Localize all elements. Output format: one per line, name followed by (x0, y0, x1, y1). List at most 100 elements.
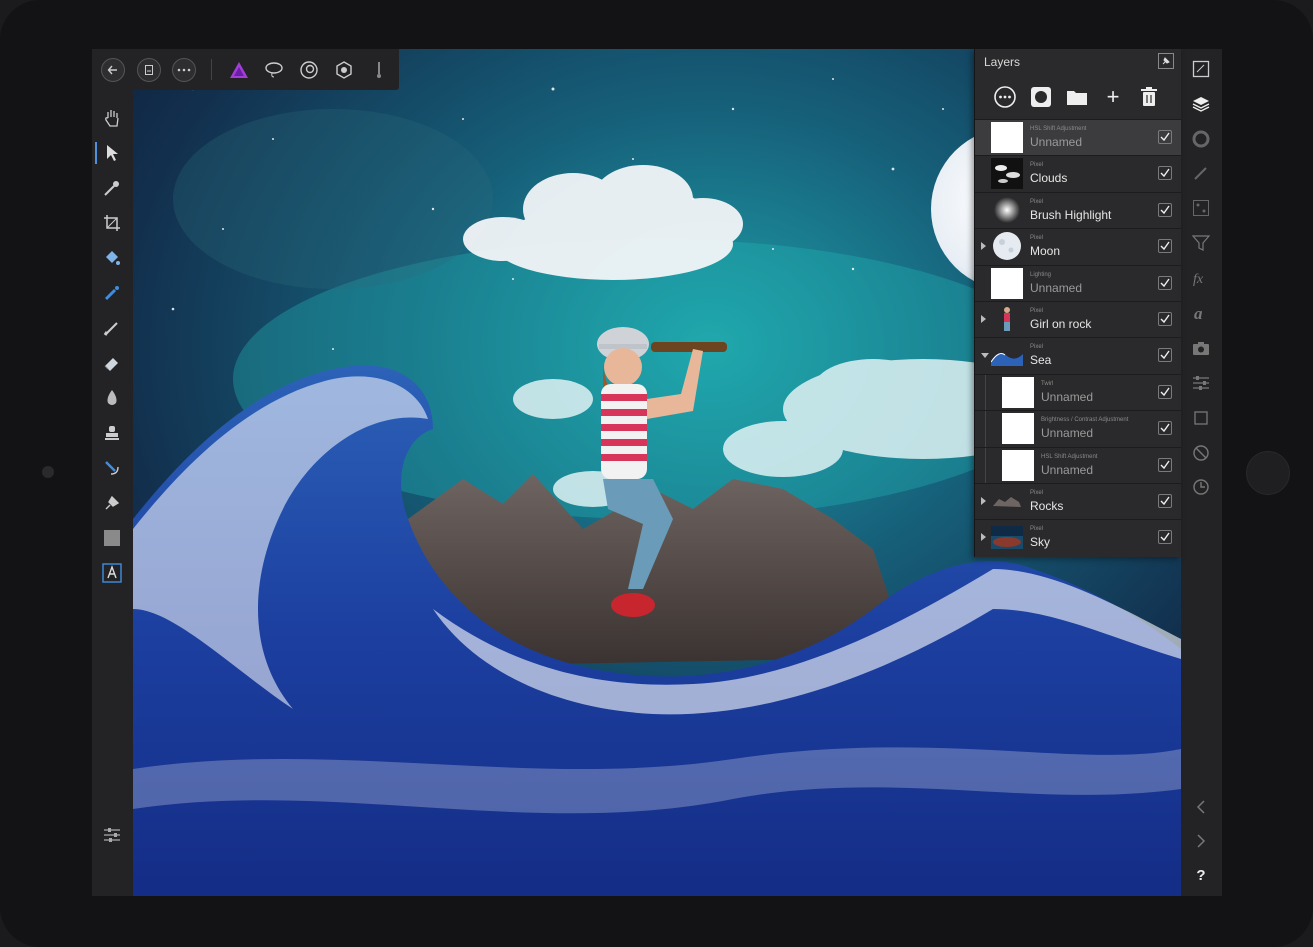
layer-type-label: Pixel (1030, 162, 1044, 169)
layer-thumbnail (991, 486, 1023, 517)
layer-visibility-checkbox[interactable] (1158, 384, 1172, 399)
brushes-icon[interactable] (1190, 162, 1212, 184)
layer-thumbnail (991, 267, 1023, 299)
layer-row[interactable]: Pixel Sky (975, 519, 1181, 556)
expand-triangle-icon[interactable] (981, 242, 986, 251)
layer-visibility-checkbox[interactable] (1158, 130, 1172, 144)
expand-triangle-icon[interactable] (981, 315, 986, 323)
context-toolbar-icon[interactable] (100, 823, 124, 847)
expand-triangle-icon[interactable] (981, 497, 986, 505)
help-icon[interactable]: ? (1190, 864, 1212, 886)
pen-tool-icon[interactable] (100, 491, 124, 515)
checkmark-icon (1160, 168, 1170, 178)
delete-layer-icon[interactable] (1136, 84, 1162, 110)
lasso-icon[interactable] (262, 58, 286, 82)
channels-icon[interactable] (1190, 197, 1212, 219)
checkmark-icon (1160, 496, 1170, 506)
add-layer-icon[interactable]: + (1100, 84, 1126, 110)
layer-name: Clouds (1030, 171, 1068, 186)
layer-visibility-checkbox[interactable] (1158, 239, 1172, 254)
adjustments-icon[interactable] (1190, 232, 1212, 254)
arrow-left-icon[interactable] (101, 58, 125, 82)
fx-icon[interactable]: fx (1190, 267, 1212, 289)
selection-brush-icon[interactable] (100, 281, 124, 305)
layers-icon[interactable] (1190, 93, 1212, 115)
document-icon[interactable] (137, 58, 161, 82)
pin-icon[interactable] (1158, 53, 1174, 69)
mask-icon[interactable] (1028, 84, 1054, 110)
layer-type-label: Pixel (1030, 490, 1044, 496)
history-icon[interactable] (1190, 476, 1212, 498)
dodge-icon[interactable] (100, 386, 124, 410)
layer-row[interactable]: HSL Shift Adjustment Unnamed (975, 446, 1181, 484)
layer-row[interactable]: Pixel Moon (975, 228, 1181, 265)
aperture-icon[interactable] (332, 58, 356, 82)
sliders-icon[interactable] (1190, 372, 1212, 394)
tools-panel (92, 90, 133, 896)
color-icon[interactable] (1190, 128, 1212, 150)
checkmark-icon (1160, 241, 1170, 251)
rectangle-tool-icon[interactable] (100, 526, 124, 550)
layer-visibility-checkbox[interactable] (1158, 494, 1172, 508)
layer-visibility-checkbox[interactable] (1158, 457, 1172, 472)
layer-visibility-checkbox[interactable] (1158, 421, 1172, 436)
move-tool-icon[interactable] (95, 141, 124, 165)
inpainting-icon[interactable] (100, 456, 124, 480)
layer-visibility-checkbox[interactable] (1158, 275, 1172, 290)
studio-bar: fx a ? (1181, 49, 1222, 896)
clone-stamp-icon[interactable] (100, 421, 124, 445)
top-toolbar (92, 49, 399, 90)
layer-row[interactable]: Pixel Sea (975, 337, 1181, 374)
text-styles-icon[interactable]: a (1190, 302, 1212, 324)
layers-panel-title: Layers (984, 55, 1021, 69)
layer-visibility-checkbox[interactable] (1158, 202, 1172, 217)
group-icon[interactable] (1064, 84, 1090, 110)
hand-tool-icon[interactable] (100, 106, 124, 130)
tone-map-icon[interactable] (367, 58, 391, 82)
layer-visibility-checkbox[interactable] (1158, 166, 1172, 181)
layer-row[interactable]: Pixel Brush Highlight (975, 191, 1181, 228)
layer-name: Unnamed (1041, 462, 1094, 477)
text-tool-icon[interactable] (100, 561, 124, 585)
color-picker-icon[interactable] (100, 176, 124, 200)
paint-brush-icon[interactable] (100, 316, 124, 340)
layer-row[interactable]: Twirl Unnamed (975, 373, 1181, 411)
layer-name: Moon (1030, 244, 1061, 259)
checkmark-icon (1160, 314, 1170, 324)
layer-visibility-checkbox[interactable] (1158, 348, 1172, 363)
indent-guide (985, 411, 986, 448)
affinity-photo-icon[interactable] (227, 58, 251, 82)
layer-row[interactable]: HSL Shift Adjustment Unnamed (975, 119, 1181, 155)
layer-row[interactable]: Pixel Clouds (975, 155, 1181, 192)
camera-icon[interactable] (1190, 337, 1212, 359)
app-screen: fx a ? Layers + HSL Shift Adjustment Unn… (92, 49, 1222, 896)
transform-icon[interactable] (1190, 407, 1212, 429)
expand-triangle-icon[interactable] (981, 533, 986, 542)
cancel-icon[interactable] (1190, 442, 1212, 464)
layer-type-label: Pixel (1030, 526, 1044, 533)
layer-row[interactable]: Pixel Girl on rock (975, 301, 1181, 337)
chevron-right-icon[interactable] (1190, 830, 1212, 852)
layer-row[interactable]: Lighting Unnamed (975, 264, 1181, 301)
checkmark-icon (1160, 350, 1170, 360)
layer-row[interactable]: Pixel Rocks (975, 483, 1181, 519)
layer-row[interactable]: Brightness / Contrast Adjustment Unnamed (975, 410, 1181, 448)
home-button[interactable] (1246, 451, 1290, 495)
chevron-left-icon[interactable] (1190, 796, 1212, 818)
layer-visibility-checkbox[interactable] (1158, 312, 1172, 326)
checkmark-icon (1160, 387, 1170, 396)
collapse-triangle-icon[interactable] (981, 353, 989, 359)
checkmark-icon (1160, 278, 1170, 287)
layer-name: Girl on rock (1030, 317, 1092, 331)
ellipsis-icon[interactable] (172, 58, 196, 82)
flood-fill-icon[interactable] (100, 246, 124, 270)
layer-name: Brush Highlight (1030, 207, 1112, 222)
eraser-icon[interactable] (100, 351, 124, 375)
layer-options-icon[interactable] (992, 84, 1018, 110)
crop-tool-icon[interactable] (100, 211, 124, 235)
liquify-icon[interactable] (297, 58, 321, 82)
layer-name: Unnamed (1030, 135, 1083, 149)
navigator-icon[interactable] (1190, 58, 1212, 80)
layer-name: Unnamed (1041, 426, 1094, 441)
layer-visibility-checkbox[interactable] (1158, 530, 1172, 545)
